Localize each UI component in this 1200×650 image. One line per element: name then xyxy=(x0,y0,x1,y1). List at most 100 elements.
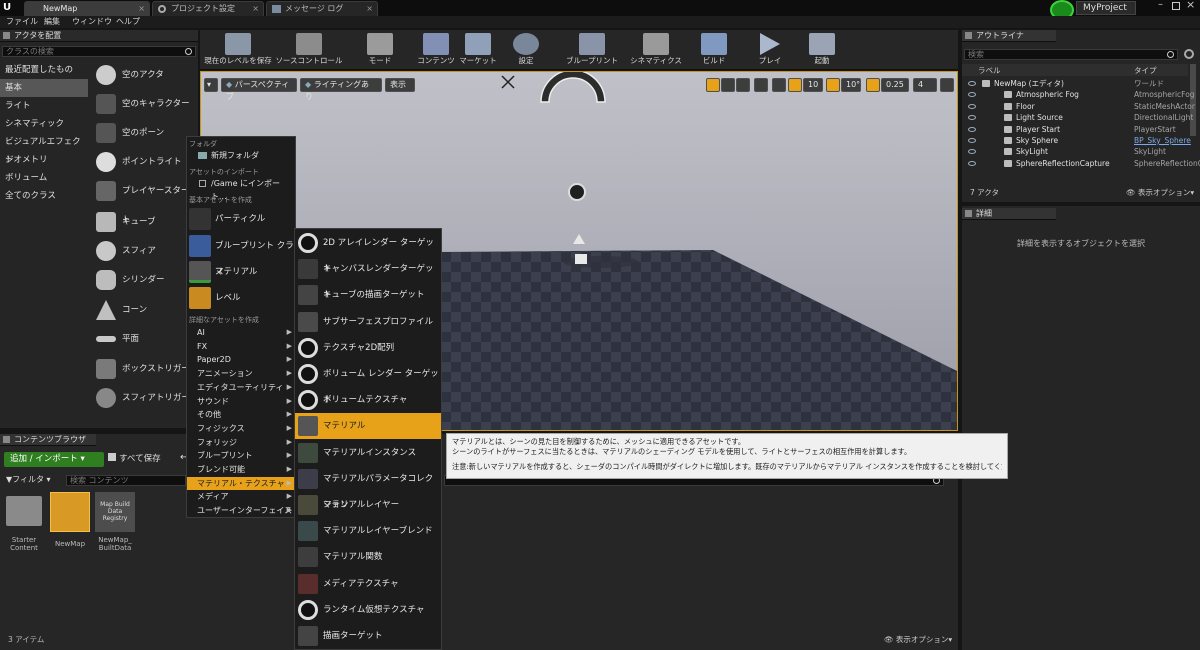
submenu-item[interactable]: ボリュームテクスチャ xyxy=(295,387,441,413)
visibility-eye-icon[interactable] xyxy=(968,149,976,155)
outliner-row[interactable]: Player Start PlayerStart xyxy=(962,124,1194,135)
actor-cylinder[interactable]: シリンダー xyxy=(90,266,196,295)
translate-icon[interactable] xyxy=(706,78,720,92)
outliner-view-options-button[interactable]: 👁 表示オプション▾ xyxy=(1126,186,1194,200)
submenu-item[interactable]: 2D アレイレンダー ターゲット xyxy=(295,230,441,274)
close-icon[interactable]: × xyxy=(252,2,259,15)
category-all-classes[interactable]: 全てのクラス xyxy=(0,187,88,205)
visibility-eye-icon[interactable] xyxy=(968,115,976,121)
advanced-item[interactable]: その他 ▶ xyxy=(187,408,295,421)
camera-speed-value[interactable]: 4 xyxy=(913,78,937,92)
new-folder-item[interactable]: 新規フォルダ xyxy=(187,149,295,162)
submenu-item[interactable]: マテリアルレイヤーブレンド xyxy=(295,518,441,544)
submenu-item[interactable]: マテリアル xyxy=(295,413,441,440)
submenu-item[interactable]: ランタイム仮想テクスチャ xyxy=(295,597,441,623)
filter-button[interactable]: ▼フィルタ ▾ xyxy=(6,474,62,486)
settings-button[interactable]: 設定 xyxy=(506,33,546,69)
advanced-item[interactable]: フィジックス ▶ xyxy=(187,422,295,435)
asset-folder-starter-content[interactable] xyxy=(6,496,42,526)
viewport-options-button[interactable]: ▾ xyxy=(204,78,218,92)
advanced-item[interactable]: FX ▶ xyxy=(187,340,295,353)
category-basic[interactable]: 基本 xyxy=(0,79,88,97)
outliner-row-type[interactable]: BP_Sky_Sphere xyxy=(1134,135,1191,146)
content-button[interactable]: コンテンツ xyxy=(416,33,456,69)
visibility-eye-icon[interactable] xyxy=(968,126,976,132)
outliner-row[interactable]: Sky Sphere BP_Sky_Sphere xyxy=(962,135,1194,146)
advanced-item[interactable]: フォリッジ ▶ xyxy=(187,436,295,449)
outliner-row[interactable]: Atmospheric Fog AtmosphericFog xyxy=(962,89,1195,100)
advanced-item[interactable]: ユーザーインターフェイス ▶ xyxy=(187,504,295,517)
lighting-mode-button[interactable]: ◆ ライティングあり xyxy=(300,78,382,101)
submenu-item[interactable]: 描画ターゲット xyxy=(295,623,441,649)
create-particle-item[interactable]: パーティクル xyxy=(187,206,295,232)
visibility-eye-icon[interactable] xyxy=(968,103,976,109)
col-type[interactable]: タイプ xyxy=(1134,65,1157,76)
category-cinematic[interactable]: シネマティック xyxy=(0,115,88,133)
submenu-item[interactable]: マテリアル関数 xyxy=(295,544,441,570)
visibility-eye-icon[interactable] xyxy=(968,160,976,166)
close-icon[interactable]: × xyxy=(366,2,373,15)
modes-button[interactable]: モード xyxy=(360,33,400,69)
world-space-icon[interactable] xyxy=(754,78,768,92)
advanced-item[interactable]: マテリアル・テクスチャ ▶ xyxy=(187,476,295,490)
actor-box-trigger[interactable]: ボックストリガー xyxy=(90,355,196,384)
submenu-item[interactable]: キューブの描画ターゲット xyxy=(295,282,441,308)
actor-sphere-trigger[interactable]: スフィアトリガー xyxy=(90,384,196,413)
col-label[interactable]: ラベル xyxy=(978,65,1001,76)
rotation-snap-value[interactable]: 10° xyxy=(841,78,861,92)
scale-snap-icon[interactable] xyxy=(866,78,880,92)
play-button[interactable]: プレイ xyxy=(752,33,788,69)
rotate-icon[interactable] xyxy=(721,78,735,92)
outliner-settings-icon[interactable] xyxy=(1184,49,1194,59)
advanced-item[interactable]: アニメーション ▶ xyxy=(187,367,295,380)
asset-builtdata-thumbnail[interactable]: Map Build Data Registry xyxy=(95,492,135,532)
category-visual-effects[interactable]: ビジュアルエフェクト xyxy=(0,133,88,165)
advanced-item[interactable]: メディア ▶ xyxy=(187,490,295,503)
create-level-item[interactable]: レベル xyxy=(187,285,295,311)
advanced-item[interactable]: サウンド ▶ xyxy=(187,395,295,408)
close-window-button[interactable]: × xyxy=(1186,0,1198,11)
submenu-item[interactable]: マテリアルパラメータコレクション xyxy=(295,466,441,510)
advanced-item[interactable]: Paper2D ▶ xyxy=(187,353,295,366)
source-control-button[interactable]: ソースコントロール xyxy=(274,33,344,69)
menu-window[interactable]: ウィンドウ xyxy=(72,16,112,28)
create-material-item[interactable]: マテリアル xyxy=(187,259,295,285)
advanced-item[interactable]: エディタユーティリティ ▶ xyxy=(187,381,295,394)
actor-empty-character[interactable]: 空のキャラクター xyxy=(90,90,196,119)
category-geometry[interactable]: ジオメトリ xyxy=(0,151,88,169)
outliner-row[interactable]: Floor StaticMeshActor xyxy=(962,101,1195,112)
grid-snap-value[interactable]: 10 xyxy=(803,78,823,92)
submenu-item[interactable]: サブサーフェスプロファイル xyxy=(295,309,441,335)
cb-view-options-button[interactable]: 👁 表示オプション▾ xyxy=(884,634,952,645)
submenu-item[interactable]: マテリアルインスタンス xyxy=(295,440,441,466)
menu-edit[interactable]: 編集 xyxy=(44,16,60,28)
maximize-viewport-icon[interactable] xyxy=(940,78,954,92)
save-level-button[interactable]: 現在のレベルを保存 xyxy=(204,33,272,69)
save-all-button[interactable]: すべて保存 xyxy=(108,452,178,467)
advanced-item[interactable]: AI ▶ xyxy=(187,326,295,339)
marketplace-button[interactable]: マーケット xyxy=(458,33,498,69)
actor-sphere[interactable]: スフィア xyxy=(90,237,196,266)
content-search-input[interactable]: 検索 コンテンツ xyxy=(66,475,186,486)
menu-file[interactable]: ファイル xyxy=(6,16,38,28)
actor-player-start[interactable]: プレイヤースタート xyxy=(90,177,196,225)
outliner-search-input[interactable]: 検索 xyxy=(964,49,1178,60)
launch-button[interactable]: 起動 xyxy=(802,33,842,69)
minimize-button[interactable]: – xyxy=(1158,0,1170,12)
add-import-button[interactable]: 追加 / インポート ▾ xyxy=(4,452,104,467)
scale-icon[interactable] xyxy=(736,78,750,92)
maximize-button[interactable] xyxy=(1172,2,1180,10)
submenu-item[interactable]: テクスチャ2D配列 xyxy=(295,335,441,361)
import-item[interactable]: /Game にインポート... xyxy=(187,177,295,201)
close-icon[interactable]: × xyxy=(138,2,145,15)
actor-cone[interactable]: コーン xyxy=(90,296,196,325)
grid-snap-icon[interactable] xyxy=(788,78,802,92)
submenu-item[interactable]: ボリューム レンダー ターゲット xyxy=(295,361,441,405)
advanced-item[interactable]: ブループリント ▶ xyxy=(187,449,295,462)
category-recent[interactable]: 最近配置したもの xyxy=(0,61,88,79)
actor-cube[interactable]: キューブ xyxy=(90,208,196,237)
actor-empty-pawn[interactable]: 空のポーン xyxy=(90,119,196,148)
visibility-eye-icon[interactable] xyxy=(968,92,976,98)
tab-message-log[interactable]: メッセージ ログ × xyxy=(266,1,378,16)
blueprint-button[interactable]: ブループリント xyxy=(564,33,620,69)
